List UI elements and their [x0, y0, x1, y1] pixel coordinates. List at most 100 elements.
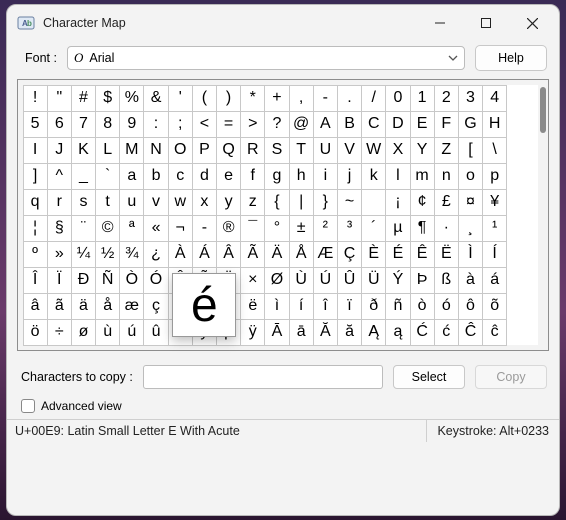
character-cell[interactable]: Þ — [410, 267, 435, 294]
character-cell[interactable]: u — [119, 189, 144, 216]
character-cell[interactable]: ' — [168, 85, 193, 112]
character-cell[interactable]: | — [289, 189, 314, 216]
character-cell[interactable]: t — [95, 189, 120, 216]
character-cell[interactable]: + — [264, 85, 289, 112]
character-cell[interactable]: ù — [95, 319, 120, 346]
character-cell[interactable]: ô — [458, 293, 483, 320]
character-cell[interactable]: b — [143, 163, 168, 190]
character-cell[interactable]: Î — [23, 267, 48, 294]
character-cell[interactable]: s — [71, 189, 96, 216]
character-cell[interactable]: k — [361, 163, 386, 190]
character-cell[interactable]: z — [240, 189, 265, 216]
character-cell[interactable]: § — [47, 215, 72, 242]
character-cell[interactable]: ð — [361, 293, 386, 320]
character-cell[interactable]: ¸ — [458, 215, 483, 242]
minimize-button[interactable] — [417, 7, 463, 39]
character-cell[interactable]: P — [192, 137, 217, 164]
character-cell[interactable]: < — [192, 111, 217, 138]
character-cell[interactable]: À — [168, 241, 193, 268]
character-cell[interactable]: Y — [410, 137, 435, 164]
character-cell[interactable]: û — [143, 319, 168, 346]
character-cell[interactable]: Ó — [143, 267, 168, 294]
character-cell[interactable]: ° — [264, 215, 289, 242]
character-cell[interactable]: ã — [47, 293, 72, 320]
character-cell[interactable]: Ã — [240, 241, 265, 268]
character-cell[interactable]: / — [361, 85, 386, 112]
character-cell[interactable]: 8 — [95, 111, 120, 138]
character-cell[interactable]: É — [385, 241, 410, 268]
character-cell[interactable]: ó — [434, 293, 459, 320]
character-cell[interactable]: ö — [23, 319, 48, 346]
character-cell[interactable]: æ — [119, 293, 144, 320]
character-cell[interactable]: Ò — [119, 267, 144, 294]
character-cell[interactable]: ¯ — [240, 215, 265, 242]
character-cell[interactable]: Ê — [410, 241, 435, 268]
character-cell[interactable]: ´ — [361, 215, 386, 242]
character-cell[interactable]: x — [192, 189, 217, 216]
character-cell[interactable]: ] — [23, 163, 48, 190]
character-cell[interactable]: ÷ — [47, 319, 72, 346]
character-cell[interactable]: õ — [482, 293, 507, 320]
character-cell[interactable]: G — [458, 111, 483, 138]
character-cell[interactable]: ¦ — [23, 215, 48, 242]
character-cell[interactable]: Å — [289, 241, 314, 268]
character-cell[interactable]: ò — [410, 293, 435, 320]
character-cell[interactable]: B — [337, 111, 362, 138]
character-cell[interactable]: h — [289, 163, 314, 190]
character-cell[interactable]: { — [264, 189, 289, 216]
character-cell[interactable]: ĉ — [482, 319, 507, 346]
character-cell[interactable]: © — [95, 215, 120, 242]
character-cell[interactable]: C — [361, 111, 386, 138]
character-cell[interactable]: Ă — [313, 319, 338, 346]
character-cell[interactable]: ! — [23, 85, 48, 112]
character-cell[interactable]: H — [482, 111, 507, 138]
character-cell[interactable]: ¹ — [482, 215, 507, 242]
character-cell[interactable]: l — [385, 163, 410, 190]
character-cell[interactable]: Ĉ — [458, 319, 483, 346]
character-cell[interactable]: y — [216, 189, 241, 216]
select-button[interactable]: Select — [393, 365, 465, 389]
character-cell[interactable]: ¼ — [71, 241, 96, 268]
character-cell[interactable]: 4 — [482, 85, 507, 112]
character-cell[interactable]: à — [458, 267, 483, 294]
character-cell[interactable]: å — [95, 293, 120, 320]
character-cell[interactable]: , — [289, 85, 314, 112]
character-cell[interactable]: ± — [289, 215, 314, 242]
character-cell[interactable]: Û — [337, 267, 362, 294]
character-cell[interactable]: - — [313, 85, 338, 112]
character-cell[interactable]: ć — [434, 319, 459, 346]
character-cell[interactable]: \ — [482, 137, 507, 164]
character-cell[interactable]: @ — [289, 111, 314, 138]
character-cell[interactable]: ? — [264, 111, 289, 138]
character-cell[interactable]: : — [143, 111, 168, 138]
characters-to-copy-input[interactable] — [143, 365, 383, 389]
character-cell[interactable]: Ü — [361, 267, 386, 294]
character-cell[interactable]: ® — [216, 215, 241, 242]
character-cell[interactable]: î — [313, 293, 338, 320]
character-cell[interactable]: ă — [337, 319, 362, 346]
character-cell[interactable]: Ï — [47, 267, 72, 294]
character-cell[interactable]: ¢ — [410, 189, 435, 216]
advanced-view-checkbox[interactable] — [21, 399, 35, 413]
character-cell[interactable]: D — [385, 111, 410, 138]
character-cell[interactable]: ß — [434, 267, 459, 294]
character-cell[interactable]: 1 — [410, 85, 435, 112]
character-cell[interactable]: ë — [240, 293, 265, 320]
character-cell[interactable]: Æ — [313, 241, 338, 268]
character-cell[interactable]: Ë — [434, 241, 459, 268]
character-cell[interactable]: ^ — [47, 163, 72, 190]
character-cell[interactable]: L — [95, 137, 120, 164]
character-cell[interactable]: S — [264, 137, 289, 164]
character-cell[interactable]: Ù — [289, 267, 314, 294]
character-cell[interactable]: X — [385, 137, 410, 164]
character-cell[interactable]: o — [458, 163, 483, 190]
character-cell[interactable]: ~ — [337, 189, 362, 216]
character-cell[interactable]: ā — [289, 319, 314, 346]
character-cell[interactable]: í — [289, 293, 314, 320]
character-cell[interactable]: Ð — [71, 267, 96, 294]
character-cell[interactable]: n — [434, 163, 459, 190]
character-cell[interactable]: N — [143, 137, 168, 164]
character-cell[interactable]: # — [71, 85, 96, 112]
character-cell[interactable]: i — [313, 163, 338, 190]
help-button[interactable]: Help — [475, 45, 547, 71]
